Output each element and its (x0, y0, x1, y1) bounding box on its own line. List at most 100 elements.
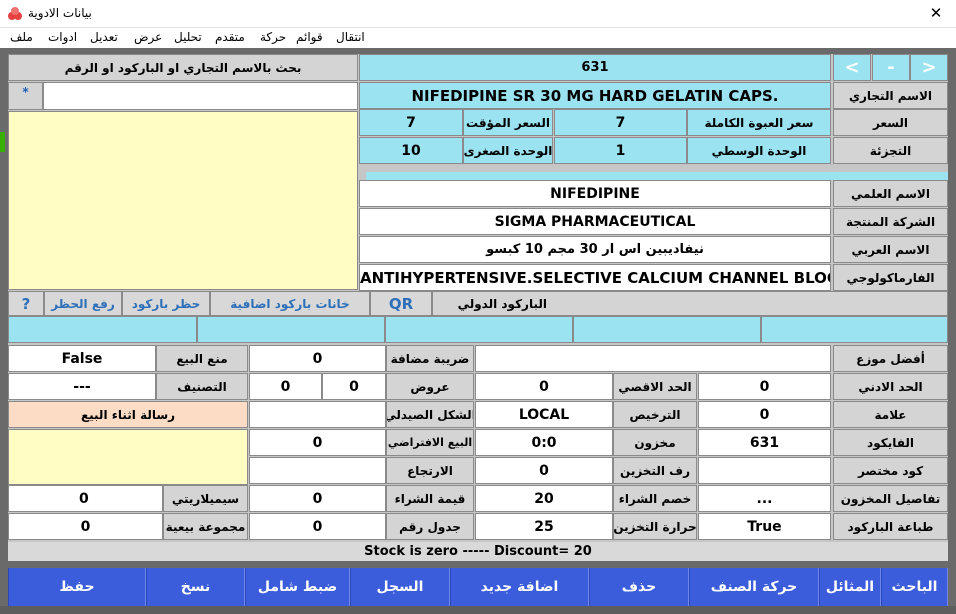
category-label: التصنيف (156, 373, 248, 400)
title-bar: بيانات الادوية ✕ (0, 0, 956, 28)
print-barcode-value[interactable]: True (698, 513, 831, 540)
trade-name-value[interactable]: NIFEDIPINE SR 30 MG HARD GELATIN CAPS. (359, 82, 831, 109)
trade-name-label: الاسم التجاري (833, 82, 948, 109)
search-star[interactable]: * (8, 82, 43, 110)
temp-price-value[interactable]: 7 (359, 109, 463, 136)
offers-value-b[interactable]: 0 (322, 373, 386, 400)
search-input[interactable] (43, 82, 358, 110)
menu-file[interactable]: ملف (10, 30, 33, 44)
no-sale-value[interactable]: False (8, 345, 156, 372)
close-button[interactable]: ✕ (916, 0, 956, 28)
similar-button[interactable]: المثائل (819, 568, 881, 606)
menu-view[interactable]: عرض (134, 30, 162, 44)
stock-details-button[interactable]: ... (698, 485, 831, 512)
company-value[interactable]: SIGMA PHARMACEUTICAL (359, 208, 831, 235)
action-button-bar: حفظ نسخ ضبط شامل السجل اضافة جديد حذف حر… (8, 568, 948, 606)
min-value[interactable]: 0 (698, 373, 831, 400)
pharmacode-label: الفايكود (833, 429, 948, 456)
barcode-box-2[interactable] (197, 316, 385, 343)
barcode-box-3[interactable] (385, 316, 573, 343)
return-label: الارتجاع (386, 457, 474, 484)
offers-label: عروض (386, 373, 474, 400)
dosage-form-value[interactable] (249, 401, 386, 428)
log-button[interactable]: السجل (350, 568, 450, 606)
intl-barcode-label: الباركود الدولي (432, 291, 948, 316)
scientific-name-label: الاسم العلمي (833, 180, 948, 207)
shelf-value[interactable]: 0 (475, 457, 613, 484)
best-distributor-value[interactable] (475, 345, 831, 372)
shortcode-value[interactable] (698, 457, 831, 484)
add-new-button[interactable]: اضافة جديد (450, 568, 589, 606)
menu-edit[interactable]: تعديل (90, 30, 118, 44)
pharmacology-label: الفارماكولوجي (833, 264, 948, 291)
no-sale-label: منع البيع (156, 345, 248, 372)
barcode-box-1[interactable] (8, 316, 197, 343)
menu-advanced[interactable]: متقدم (215, 30, 245, 44)
small-unit-label: الوحدة الصغرى (463, 137, 553, 164)
storage-temp-value[interactable]: 25 (475, 513, 613, 540)
researcher-button[interactable]: الباحث (881, 568, 948, 606)
next-record-button[interactable]: > (910, 54, 948, 81)
window-title: بيانات الادوية (28, 6, 92, 20)
qr-button[interactable]: QR (370, 291, 432, 316)
vat-value[interactable]: 0 (249, 345, 386, 372)
company-label: الشركة المنتجة (833, 208, 948, 235)
extra-barcode-button[interactable]: خانات باركود اضافية (210, 291, 370, 316)
arabic-name-label: الاسم العربي (833, 236, 948, 263)
help-button[interactable]: ? (8, 291, 44, 316)
full-pack-price-value[interactable]: 7 (554, 109, 687, 136)
default-sale-value[interactable]: 0 (249, 429, 386, 456)
max-value[interactable]: 0 (475, 373, 613, 400)
dosage-form-label: الشكل الصيدلي (386, 401, 474, 428)
prev-record-button[interactable]: < (833, 54, 871, 81)
stock-details-label: تفاصيل المخزون (833, 485, 948, 512)
shelf-label: رف التخزين (613, 457, 697, 484)
sale-message-input[interactable] (8, 429, 248, 485)
sale-group-value[interactable]: 0 (8, 513, 163, 540)
barcode-box-5[interactable] (761, 316, 948, 343)
pharmacode-value[interactable]: 631 (698, 429, 831, 456)
menu-lists[interactable]: قوائم (296, 30, 323, 44)
buy-discount-value[interactable]: 20 (475, 485, 613, 512)
sale-group-label: مجموعة بيعية (163, 513, 248, 540)
adjust-all-button[interactable]: ضبط شامل (245, 568, 350, 606)
arabic-name-value[interactable]: نيفاديبين اس ار 30 مجم 10 كبسو (359, 236, 831, 263)
menu-analysis[interactable]: تحليل (174, 30, 202, 44)
app-icon (8, 7, 22, 20)
small-unit-value[interactable]: 10 (359, 137, 463, 164)
category-value[interactable]: --- (8, 373, 156, 400)
minus-record-button[interactable]: - (872, 54, 910, 81)
save-button[interactable]: حفظ (8, 568, 146, 606)
side-marker (0, 132, 5, 152)
barcode-box-4[interactable] (573, 316, 761, 343)
menu-tools[interactable]: ادوات (48, 30, 77, 44)
ban-barcode-button[interactable]: حظر باركود (122, 291, 210, 316)
menu-movement[interactable]: حركة (260, 30, 286, 44)
scientific-name-value[interactable]: NIFEDIPINE (359, 180, 831, 207)
price-label: السعر (833, 109, 948, 136)
pharmacology-value[interactable]: ANTIHYPERTENSIVE.SELECTIVE CALCIUM CHANN… (359, 264, 831, 291)
license-label: الترخيص (613, 401, 697, 428)
offers-value-a[interactable]: 0 (249, 373, 322, 400)
license-value[interactable]: LOCAL (475, 401, 613, 428)
item-movement-button[interactable]: حركة الصنف (689, 568, 819, 606)
buy-discount-label: خصم الشراء (613, 485, 697, 512)
table-no-value[interactable]: 0 (249, 513, 386, 540)
similarity-value[interactable]: 0 (8, 485, 163, 512)
return-value[interactable] (249, 457, 386, 484)
status-bar: Stock is zero ----- Discount= 20 (8, 542, 948, 561)
search-results-list[interactable] (8, 111, 358, 290)
menu-navigate[interactable]: انتقال (336, 30, 365, 44)
menu-bar: ملف ادوات تعديل عرض تحليل متقدم حركة قوا… (0, 28, 956, 48)
search-title: بحث بالاسم التجاري او الباركود او الرقم (8, 54, 358, 81)
brand-value[interactable]: 0 (698, 401, 831, 428)
mid-unit-value[interactable]: 1 (554, 137, 687, 164)
mid-unit-label: الوحدة الوسطي (687, 137, 831, 164)
table-no-label: جدول رقم (386, 513, 474, 540)
copy-button[interactable]: نسخ (146, 568, 245, 606)
delete-button[interactable]: حذف (589, 568, 689, 606)
buy-value-value[interactable]: 0 (249, 485, 386, 512)
unban-barcode-button[interactable]: رفع الحظر (44, 291, 122, 316)
similarity-label: سيميلاريتي (163, 485, 248, 512)
stock-value[interactable]: 0:0 (475, 429, 613, 456)
